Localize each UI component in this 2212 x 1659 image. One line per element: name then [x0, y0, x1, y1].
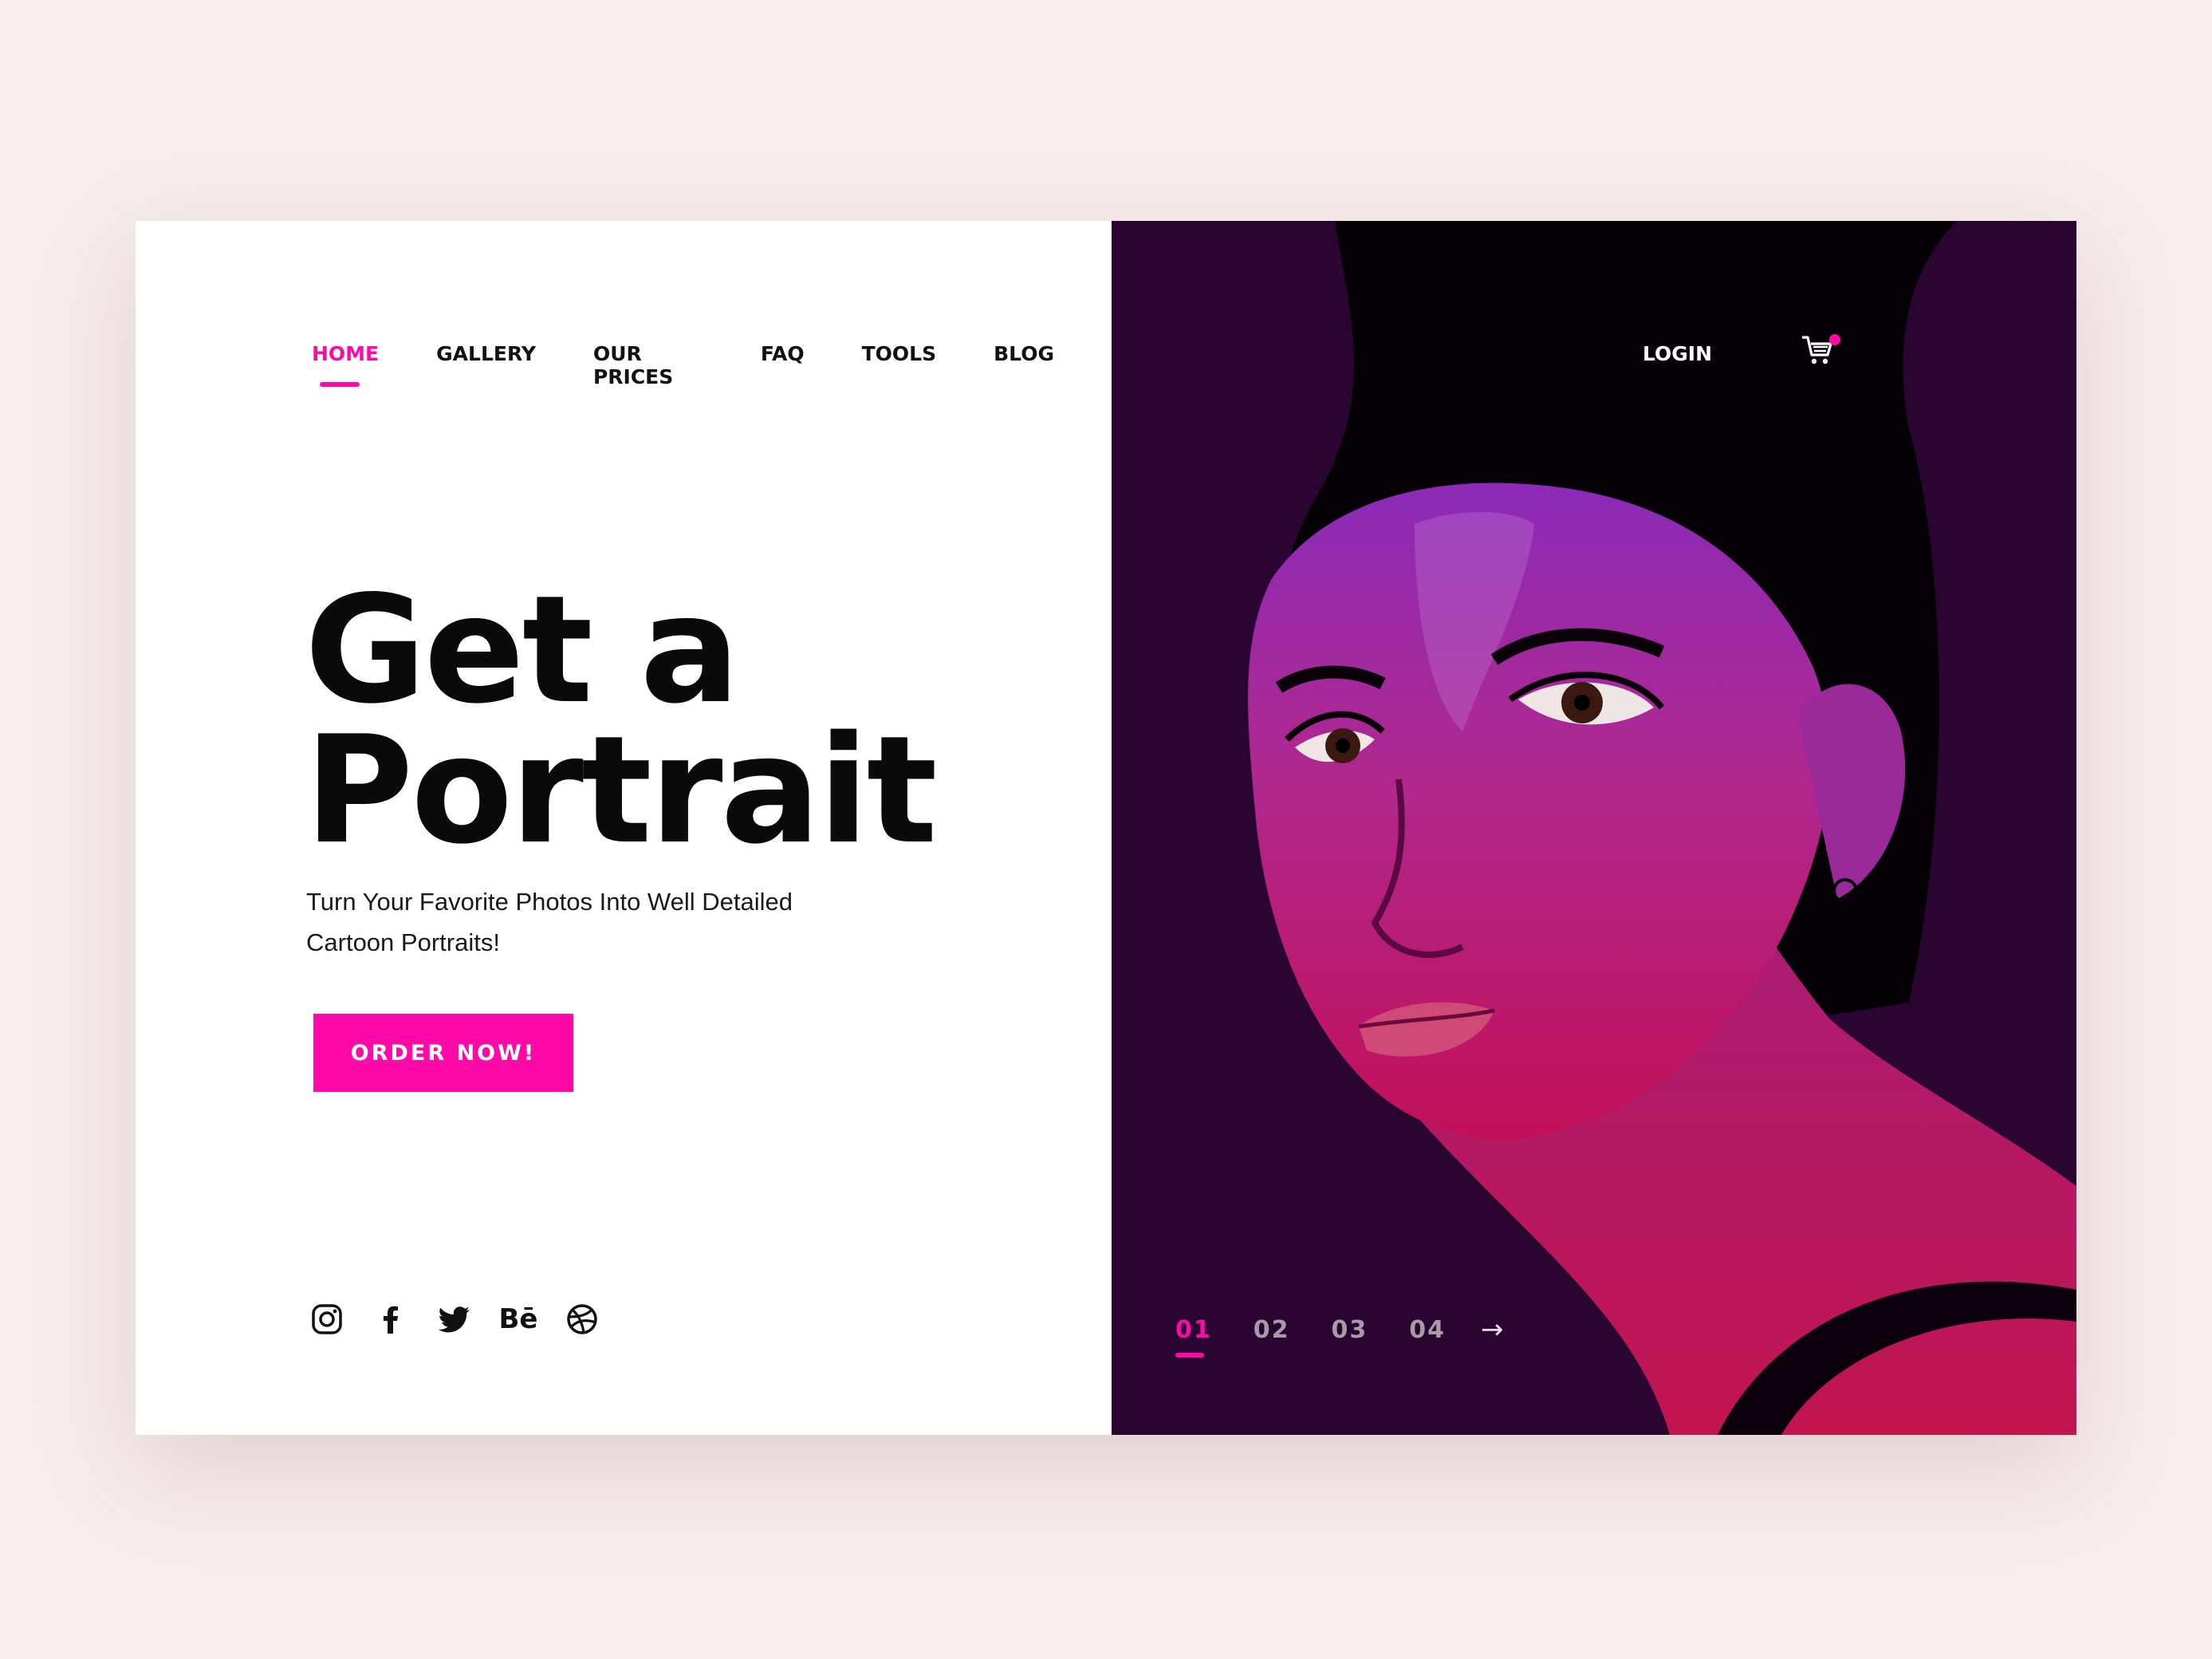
nav-item-our-prices[interactable]: OUR PRICES — [593, 342, 703, 388]
slide-page-04[interactable]: 04 — [1409, 1316, 1446, 1344]
social-links: Bē — [309, 1302, 628, 1337]
instagram-icon[interactable] — [309, 1302, 344, 1337]
hero-card: HOME GALLERY OUR PRICES FAQ TOOLS BLOG G… — [136, 221, 2076, 1435]
title-line-2: Portrait — [305, 703, 938, 877]
nav-item-home[interactable]: HOME — [312, 342, 379, 388]
nav-item-label: HOME — [312, 342, 380, 365]
facebook-icon[interactable] — [373, 1302, 408, 1337]
active-slide-indicator — [1175, 1352, 1204, 1358]
active-nav-indicator — [320, 382, 360, 387]
nav-item-label: OUR PRICES — [592, 342, 674, 388]
login-link[interactable]: LOGIN — [1643, 342, 1712, 365]
page-title: Get a Portrait — [305, 563, 1086, 877]
slide-page-label: 01 — [1175, 1315, 1212, 1344]
main-nav: HOME GALLERY OUR PRICES FAQ TOOLS BLOG — [312, 342, 1112, 388]
slide-page-label: 04 — [1409, 1315, 1446, 1344]
twitter-icon[interactable] — [437, 1302, 472, 1337]
left-panel: HOME GALLERY OUR PRICES FAQ TOOLS BLOG G… — [136, 221, 1112, 1435]
nav-item-blog[interactable]: BLOG — [994, 342, 1054, 388]
dribbble-icon[interactable] — [565, 1302, 600, 1337]
portrait-illustration — [1112, 221, 2076, 1435]
behance-icon[interactable]: Bē — [498, 1302, 538, 1337]
slide-page-label: 02 — [1253, 1315, 1290, 1344]
slide-page-03[interactable]: 03 — [1332, 1316, 1368, 1344]
portrait-panel: 01 02 03 04 → — [1112, 221, 2076, 1435]
slide-page-02[interactable]: 02 — [1254, 1316, 1290, 1344]
subtitle-line-2: Cartoon Portraits! — [306, 928, 500, 956]
order-now-button[interactable]: ORDER NOW! — [313, 1014, 573, 1092]
cart-badge — [1829, 334, 1840, 345]
slider-pagination: 01 02 03 04 → — [1175, 1314, 1504, 1358]
arrow-right-icon[interactable]: → — [1481, 1314, 1504, 1346]
nav-item-label: FAQ — [760, 342, 805, 365]
nav-item-tools[interactable]: TOOLS — [862, 342, 937, 388]
slide-page-label: 03 — [1331, 1315, 1368, 1344]
slide-page-01[interactable]: 01 — [1175, 1315, 1212, 1358]
title-line-1: Get a — [305, 563, 740, 736]
nav-item-label: TOOLS — [861, 342, 937, 365]
subtitle-line-1: Turn Your Favorite Photos Into Well Deta… — [306, 888, 793, 916]
nav-item-label: BLOG — [994, 342, 1054, 365]
behance-text: Bē — [498, 1303, 538, 1335]
cart-icon[interactable] — [1801, 333, 1840, 372]
nav-item-faq[interactable]: FAQ — [761, 342, 805, 388]
nav-item-gallery[interactable]: GALLERY — [436, 342, 536, 388]
hero-subtitle: Turn Your Favorite Photos Into Well Deta… — [306, 881, 880, 963]
nav-item-label: GALLERY — [436, 342, 536, 365]
